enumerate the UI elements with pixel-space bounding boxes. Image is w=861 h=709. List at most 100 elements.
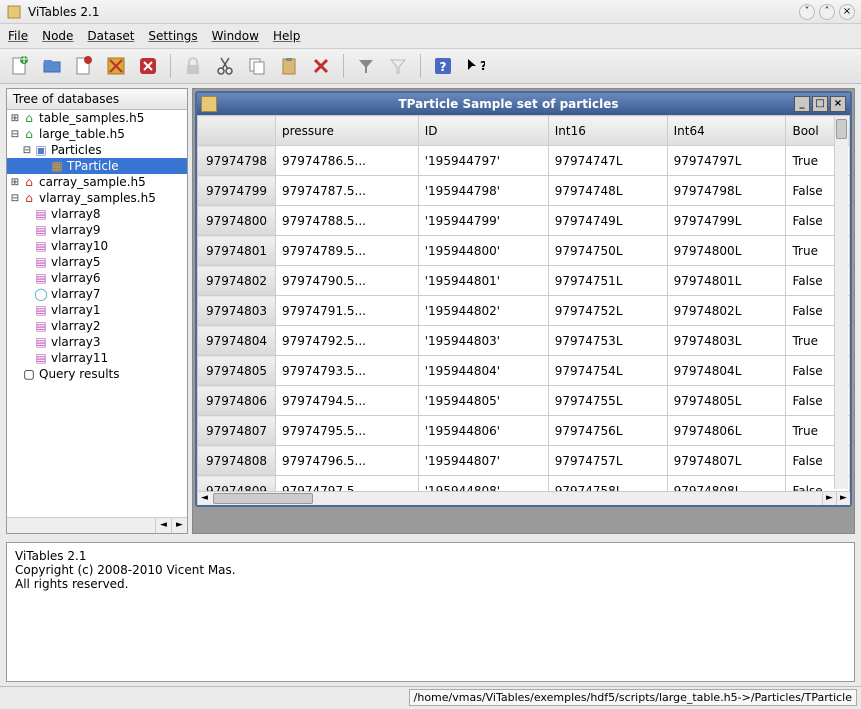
cell[interactable]: '195944807' — [418, 446, 548, 476]
row-header[interactable]: 97974799 — [198, 176, 276, 206]
expand-icon[interactable]: ⊟ — [21, 145, 33, 156]
cut-icon[interactable] — [211, 52, 239, 80]
tree-node[interactable]: ▤vlarray5 — [7, 254, 187, 270]
cell[interactable]: '195944800' — [418, 236, 548, 266]
scroll-right-icon[interactable]: ► — [171, 518, 187, 533]
row-header[interactable]: 97974806 — [198, 386, 276, 416]
tree-hscroll[interactable]: ◄ ► — [7, 517, 187, 533]
row-header[interactable]: 97974808 — [198, 446, 276, 476]
cell[interactable]: 97974751L — [548, 266, 667, 296]
cell[interactable]: 97974750L — [548, 236, 667, 266]
row-header[interactable]: 97974809 — [198, 476, 276, 492]
cell[interactable]: 97974791.5... — [276, 296, 419, 326]
tree-node[interactable]: ▤vlarray3 — [7, 334, 187, 350]
scroll-left-icon[interactable]: ◄ — [197, 492, 211, 505]
cell[interactable]: 97974752L — [548, 296, 667, 326]
row-header[interactable]: 97974805 — [198, 356, 276, 386]
cell[interactable]: 97974795.5... — [276, 416, 419, 446]
menu-dataset[interactable]: Dataset — [87, 29, 134, 43]
whatsthis-icon[interactable]: ? — [461, 52, 489, 80]
tree-node[interactable]: ▤vlarray1 — [7, 302, 187, 318]
cell[interactable]: 97974755L — [548, 386, 667, 416]
cell[interactable]: 97974797.5... — [276, 476, 419, 492]
cell[interactable]: 97974793.5... — [276, 356, 419, 386]
subwindow-maximize-button[interactable]: □ — [812, 96, 828, 112]
row-header[interactable]: 97974800 — [198, 206, 276, 236]
tree-node[interactable]: ▤vlarray9 — [7, 222, 187, 238]
cell[interactable]: 97974804L — [667, 356, 786, 386]
cell[interactable]: 97974786.5... — [276, 146, 419, 176]
row-header[interactable]: 97974801 — [198, 236, 276, 266]
cell[interactable]: 97974807L — [667, 446, 786, 476]
row-header[interactable]: 97974802 — [198, 266, 276, 296]
delete-node-icon[interactable] — [307, 52, 335, 80]
expand-icon[interactable]: ⊞ — [9, 113, 21, 124]
data-grid[interactable]: pressureIDInt16Int64Bool9797479897974786… — [197, 115, 850, 491]
close-file-icon[interactable] — [70, 52, 98, 80]
cell[interactable]: '195944803' — [418, 326, 548, 356]
vscroll-thumb[interactable] — [836, 119, 847, 139]
cell[interactable]: 97974753L — [548, 326, 667, 356]
row-header[interactable]: 97974798 — [198, 146, 276, 176]
copy-icon[interactable] — [243, 52, 271, 80]
new-file-icon[interactable]: + — [6, 52, 34, 80]
cell[interactable]: '195944806' — [418, 416, 548, 446]
window-close-button[interactable]: × — [839, 4, 855, 20]
tree-node[interactable]: ▦TParticle — [7, 158, 187, 174]
expand-icon[interactable]: ⊟ — [9, 193, 21, 204]
cell[interactable]: 97974802L — [667, 296, 786, 326]
tree-body[interactable]: ⊞⌂table_samples.h5⊟⌂large_table.h5⊟▣Part… — [7, 110, 187, 517]
tree-node[interactable]: ▤vlarray11 — [7, 350, 187, 366]
row-header[interactable]: 97974807 — [198, 416, 276, 446]
tree-node[interactable]: ⊞⌂table_samples.h5 — [7, 110, 187, 126]
cell[interactable]: 97974801L — [667, 266, 786, 296]
menu-window[interactable]: Window — [212, 29, 259, 43]
tree-node[interactable]: ▢Query results — [7, 366, 187, 382]
cell[interactable]: 97974799L — [667, 206, 786, 236]
cell[interactable]: 97974800L — [667, 236, 786, 266]
grid-hscroll[interactable]: ◄ ► ► — [197, 491, 850, 505]
tree-node[interactable]: ▤vlarray6 — [7, 270, 187, 286]
help-icon[interactable]: ? — [429, 52, 457, 80]
tree-node[interactable]: ▤vlarray10 — [7, 238, 187, 254]
subwindow-titlebar[interactable]: TParticle Sample set of particles _ □ × — [197, 93, 850, 115]
hscroll-thumb[interactable] — [213, 493, 313, 504]
column-header[interactable]: Int64 — [667, 116, 786, 146]
cell[interactable]: 97974796.5... — [276, 446, 419, 476]
cell[interactable]: '195944805' — [418, 386, 548, 416]
cell[interactable]: '195944802' — [418, 296, 548, 326]
tree-node[interactable]: ⊟▣Particles — [7, 142, 187, 158]
lock-icon[interactable] — [179, 52, 207, 80]
cell[interactable]: '195944804' — [418, 356, 548, 386]
column-header[interactable]: pressure — [276, 116, 419, 146]
subwindow-minimize-button[interactable]: _ — [794, 96, 810, 112]
cell[interactable]: 97974792.5... — [276, 326, 419, 356]
delete-icon[interactable] — [134, 52, 162, 80]
expand-icon[interactable]: ⊞ — [9, 177, 21, 188]
cell[interactable]: 97974790.5... — [276, 266, 419, 296]
scroll-right-icon[interactable]: ► — [822, 492, 836, 505]
save-icon[interactable] — [102, 52, 130, 80]
window-maximize-button[interactable]: ˄ — [819, 4, 835, 20]
cell[interactable]: 97974754L — [548, 356, 667, 386]
subwindow-close-button[interactable]: × — [830, 96, 846, 112]
cell[interactable]: 97974798L — [667, 176, 786, 206]
expand-icon[interactable]: ⊟ — [9, 129, 21, 140]
menu-settings[interactable]: Settings — [148, 29, 197, 43]
row-header[interactable]: 97974803 — [198, 296, 276, 326]
cell[interactable]: '195944801' — [418, 266, 548, 296]
cell[interactable]: 97974756L — [548, 416, 667, 446]
menu-file[interactable]: File — [8, 29, 28, 43]
cell[interactable]: 97974808L — [667, 476, 786, 492]
filter-icon[interactable] — [352, 52, 380, 80]
open-file-icon[interactable] — [38, 52, 66, 80]
filter-clear-icon[interactable] — [384, 52, 412, 80]
tree-node[interactable]: ⊟⌂vlarray_samples.h5 — [7, 190, 187, 206]
column-header[interactable]: Int16 — [548, 116, 667, 146]
cell[interactable]: 97974794.5... — [276, 386, 419, 416]
grid-vscroll[interactable] — [834, 117, 848, 489]
tree-node[interactable]: ⊞⌂carray_sample.h5 — [7, 174, 187, 190]
menu-node[interactable]: Node — [42, 29, 73, 43]
scroll-right-icon[interactable]: ► — [836, 492, 850, 505]
tree-node[interactable]: ▤vlarray2 — [7, 318, 187, 334]
